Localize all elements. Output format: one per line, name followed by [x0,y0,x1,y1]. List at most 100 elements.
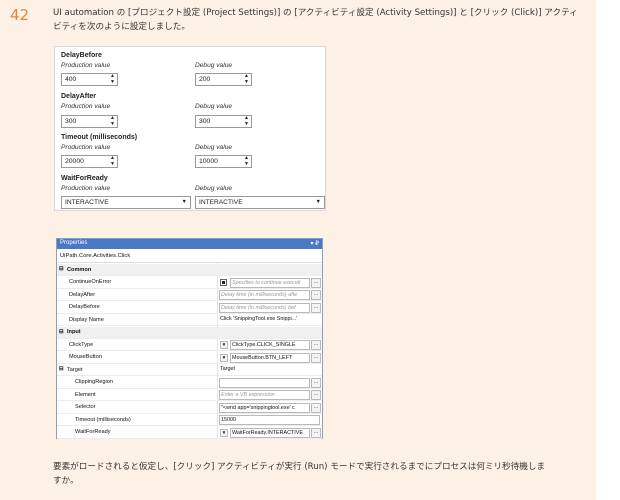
chevron-down-icon[interactable]: ▼ [220,353,228,362]
ellipsis-button[interactable]: … [311,290,321,300]
property-row[interactable]: Display Name Click 'SnippingTool.exe Snip… [57,314,322,326]
property-row[interactable]: MouseButton ▼ MouseButton.BTN_LEFT… [57,352,322,364]
spinner-arrows-icon[interactable]: ▲ ▼ [244,155,249,167]
property-value[interactable] [219,377,310,388]
property-row[interactable]: ClickType ▼ ClickType.CLICK_SINGLE… [57,339,322,351]
timeout-production-input[interactable]: 20000 ▲ ▼ [61,155,118,168]
page: 42 UI automation の [プロジェクト設定 (Project Se… [0,0,620,500]
group-title-timeout: Timeout (milliseconds) [61,134,138,141]
delaybefore-production-input[interactable]: 400 ▲ ▼ [61,73,118,86]
property-value[interactable]: Click 'SnippingTool.exe Snippi...' [219,315,320,325]
property-row[interactable]: ⊟ Common [57,264,322,276]
property-name: Timeout (milliseconds) [75,416,131,423]
collapse-icon[interactable]: ⊟ [59,266,64,272]
timeout-debug-input[interactable]: 10000 ▲ ▼ [195,155,252,168]
property-value[interactable]: Specifies to continue executi [230,277,310,288]
waitforready-production-value: INTERACTIVE [65,199,109,206]
delayafter-production-input[interactable]: 300 ▲ ▼ [61,115,118,128]
property-value[interactable]: Target [219,365,320,375]
debug-label: Debug value [195,144,233,151]
property-value[interactable]: "<wnd app='snippingtool.exe' c [219,402,310,413]
collapse-icon[interactable]: ⊟ [59,366,64,372]
outro-line-1: 要素がロードされると仮定し、[クリック] アクティビティが実行 (Run) モー… [53,462,546,472]
property-name: Display Name [69,316,104,323]
property-name: Common [67,266,92,273]
delayafter-debug-input[interactable]: 300 ▲ ▼ [195,115,252,128]
property-row[interactable]: Element Enter a VB expression… [57,389,322,401]
properties-title: Properties [60,240,88,246]
property-row[interactable]: WaitForReady ▼ WaitForReady.INTERACTIVE… [57,427,322,439]
pin-icon[interactable]: ▾ ₽ [311,240,320,247]
property-value[interactable]: Delay time (in milliseconds) afte [219,290,310,300]
production-label: Production value [61,103,111,110]
spinner-arrows-icon[interactable]: ▲ ▼ [110,115,115,127]
ellipsis-button[interactable]: … [311,340,321,350]
spinner-arrows-icon[interactable]: ▲ ▼ [110,73,115,85]
property-name: Target [67,366,83,373]
question-number: 42 [10,6,30,24]
property-value[interactable]: ClickType.CLICK_SINGLE [230,340,310,350]
timeout-debug-value: 10000 [199,158,218,165]
intro-line-1: UI automation の [プロジェクト設定 (Project Setti… [53,8,578,18]
property-name: ClickType [69,341,94,348]
ellipsis-button[interactable]: … [311,427,321,438]
property-name: MouseButton [69,354,102,360]
chevron-down-icon[interactable]: ▼ [220,428,228,437]
ellipsis-button[interactable]: … [311,390,321,400]
group-title-delayafter: DelayAfter [61,93,97,100]
debug-label: Debug value [195,62,233,69]
property-row[interactable]: DelayAfter Delay time (in milliseconds) a… [57,289,322,301]
property-name: DelayBefore [69,304,100,310]
delaybefore-debug-input[interactable]: 200 ▲ ▼ [195,73,252,86]
waitforready-debug-select[interactable]: INTERACTIVE ▼ [195,196,325,209]
chevron-down-icon: ▼ [315,199,321,205]
question-text: 要素がロードされると仮定し、[クリック] アクティビティが実行 (Run) モー… [53,460,583,488]
property-row[interactable]: ContinueOnError Specifies to continue exe… [57,277,322,289]
collapse-icon[interactable]: ⊟ [59,329,64,335]
activity-settings-panel: DelayBefore Production value Debug value… [54,46,326,211]
property-row[interactable]: ⊟ Target Target [57,364,322,376]
property-value[interactable]: MouseButton.BTN_LEFT [230,352,310,363]
ellipsis-button[interactable]: … [311,302,321,313]
debug-label: Debug value [195,185,233,192]
debug-label: Debug value [195,103,233,110]
property-name: DelayAfter [69,291,96,298]
delayafter-debug-value: 300 [199,118,211,125]
production-label: Production value [61,62,111,69]
waitforready-production-select[interactable]: INTERACTIVE ▼ [61,196,191,209]
property-value[interactable]: 15000 [219,415,320,425]
waitforready-debug-value: INTERACTIVE [199,199,243,206]
group-title-waitforready: WaitForReady [61,175,108,182]
ellipsis-button[interactable]: … [311,377,321,388]
property-name: ContinueOnError [69,279,112,285]
activity-type: UiPath.Core.Activities.Click [57,250,322,263]
question-intro: UI automation の [プロジェクト設定 (Project Setti… [53,6,583,34]
property-row[interactable]: ClippingRegion… [57,377,322,389]
ellipsis-button[interactable]: … [311,277,321,288]
delaybefore-debug-value: 200 [199,76,211,83]
property-row[interactable]: DelayBefore Delay time (in milliseconds) … [57,302,322,314]
property-value[interactable]: WaitForReady.INTERACTIVE [230,427,310,438]
ellipsis-button[interactable]: … [311,402,321,413]
intro-line-2: ビティを次のように設定しました。 [53,22,190,32]
delaybefore-production-value: 400 [65,76,77,83]
property-value[interactable]: Enter a VB expression [219,390,310,400]
checkbox[interactable] [220,278,227,286]
ellipsis-button[interactable]: … [311,352,321,363]
property-name: Element [75,391,96,398]
property-row[interactable]: Selector "<wnd app='snippingtool.exe' c… [57,402,322,414]
spinner-arrows-icon[interactable]: ▲ ▼ [110,155,115,167]
property-name: WaitForReady [75,429,111,435]
property-value[interactable]: Delay time (in milliseconds) bef [219,302,310,313]
production-label: Production value [61,185,111,192]
timeout-production-value: 20000 [65,158,84,165]
outro-line-2: すか。 [53,476,79,486]
property-row[interactable]: Timeout (milliseconds) 15000 [57,414,322,426]
property-name: Selector [75,404,96,410]
spinner-arrows-icon[interactable]: ▲ ▼ [244,73,249,85]
chevron-down-icon[interactable]: ▼ [220,341,228,349]
production-label: Production value [61,144,111,151]
property-row[interactable]: ⊟ Input [57,326,322,339]
group-title-delaybefore: DelayBefore [61,52,102,59]
spinner-arrows-icon[interactable]: ▲ ▼ [244,115,249,127]
